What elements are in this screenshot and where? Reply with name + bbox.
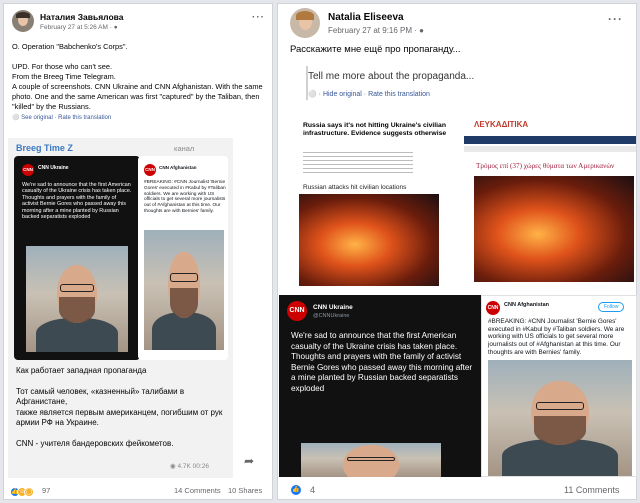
tweet-photo bbox=[301, 443, 441, 477]
author-name[interactable]: Natalia Eliseeva bbox=[328, 12, 404, 23]
tweet-photo bbox=[144, 230, 224, 350]
news-article-greek: ΛΕΥΚΑΔΙΤΙΚΑ Τρόμος επί (37) χώρες θύματα… bbox=[464, 114, 636, 292]
post-timestamp[interactable]: February 27 at 5:26 AM · ● bbox=[40, 24, 118, 31]
cnn-logo: CNN bbox=[22, 164, 34, 176]
embed-caption: Как работает западная пропаганда Тот сам… bbox=[16, 366, 223, 448]
article-headline: Τρόμος επί (37) χώρες θύματα των Αμερικα… bbox=[476, 162, 615, 170]
tweet-text: We're sad to announce that the first Ame… bbox=[291, 331, 475, 393]
channel-tag: канал bbox=[174, 144, 195, 153]
reaction-icons[interactable]: 👍 ☺ ◯ bbox=[10, 487, 34, 497]
article-image-fire bbox=[474, 176, 634, 282]
post-left: Наталия Завьялова February 27 at 5:26 AM… bbox=[3, 3, 273, 500]
comments-count[interactable]: 14 Comments bbox=[174, 486, 221, 495]
wow-icon: ◯ bbox=[24, 487, 34, 497]
post-timestamp[interactable]: February 27 at 9:16 PM · ● bbox=[328, 26, 424, 35]
tweet-account-name: CNN Ukraine bbox=[313, 304, 353, 311]
cnn-logo: CNN bbox=[144, 164, 156, 176]
translate-icon: ⚪ bbox=[308, 91, 317, 98]
globe-icon: ● bbox=[419, 26, 425, 35]
embed-stats: ◉ 4.7K 00:26 bbox=[170, 463, 209, 470]
embedded-tweet-cnn-afghanistan: CNN CNN Afghanistan #BREAKING: #CNN Jour… bbox=[138, 156, 228, 360]
follow-button[interactable]: Follow bbox=[598, 302, 625, 312]
article-navbar bbox=[464, 136, 636, 144]
tweet-account-handle: @CNNUkraine bbox=[313, 313, 350, 319]
cnn-logo: CNN bbox=[486, 301, 500, 315]
post-right: Natalia Eliseeva February 27 at 9:16 PM … bbox=[277, 3, 637, 500]
tweet-photo bbox=[26, 246, 128, 352]
post-body: О. Operation "Babchenko's Corps". UPD. F… bbox=[12, 42, 263, 111]
tweet-cnn-ukraine: CNN CNN Ukraine @CNNUkraine We're sad to… bbox=[279, 295, 481, 477]
article-brand: ΛΕΥΚΑΔΙΤΙΚΑ bbox=[474, 120, 529, 129]
globe-icon: ● bbox=[113, 24, 118, 31]
tweet-account-name: CNN Afghanistan bbox=[159, 165, 197, 170]
post-menu-button[interactable]: ··· bbox=[608, 12, 623, 26]
tweet-account-name: CNN Afghanistan bbox=[504, 302, 550, 308]
tweet-text: #BREAKING: #CNN Journalist 'Bernie Gores… bbox=[488, 318, 627, 356]
tweet-photo bbox=[488, 360, 632, 476]
comments-count[interactable]: 11 Comments bbox=[564, 485, 619, 495]
reaction-count[interactable]: 4 bbox=[310, 485, 315, 495]
like-icon: 👍 bbox=[290, 484, 302, 496]
article-caption: Russian attacks hit civilian locations bbox=[303, 184, 407, 191]
shares-count[interactable]: 10 Shares bbox=[228, 486, 262, 495]
article-subbar bbox=[464, 146, 636, 152]
translate-icon: ⚪ bbox=[12, 115, 20, 121]
reaction-count[interactable]: 97 bbox=[42, 486, 50, 495]
cnn-logo: CNN bbox=[287, 301, 307, 321]
channel-name: Breeg Time Z bbox=[16, 143, 73, 153]
article-image-fire bbox=[299, 194, 439, 286]
author-avatar[interactable] bbox=[290, 8, 320, 38]
hide-original-link[interactable]: ⚪ · Hide original · Rate this translatio… bbox=[308, 90, 430, 98]
post-menu-button[interactable]: ··· bbox=[252, 12, 265, 23]
telegram-embed[interactable]: Breeg Time Z канал CNN CNN Ukraine We're… bbox=[8, 138, 233, 478]
tweet-text: #BREAKING: #CNN Journalist 'Bernie Gores… bbox=[144, 180, 228, 214]
reaction-icons[interactable]: 👍 bbox=[290, 484, 302, 496]
tweet-text: We're sad to announce that the first Ame… bbox=[22, 182, 133, 221]
share-arrow-icon[interactable]: ➦ bbox=[244, 454, 254, 468]
eye-icon: ◉ bbox=[170, 463, 176, 470]
post-body-translation: Tell me more about the propaganda... bbox=[308, 71, 475, 82]
article-text-lines bbox=[303, 152, 413, 176]
tweet-account-name: CNN Ukraine bbox=[38, 165, 69, 171]
tweet-cnn-afghanistan: CNN CNN Afghanistan Follow #BREAKING: #C… bbox=[481, 295, 637, 477]
author-avatar[interactable] bbox=[12, 10, 34, 32]
article-headline: Russia says it's not hitting Ukraine's c… bbox=[303, 122, 447, 138]
embedded-tweet-cnn-ukraine: CNN CNN Ukraine We're sad to announce th… bbox=[14, 156, 140, 360]
author-name[interactable]: Наталия Завьялова bbox=[40, 12, 124, 22]
post-body: Расскажите мне ещё про пропаганду... bbox=[290, 44, 461, 55]
see-original-link[interactable]: ⚪ See original · Rate this translation bbox=[12, 114, 111, 121]
news-article-cnn: Russia says it's not hitting Ukraine's c… bbox=[279, 114, 461, 292]
